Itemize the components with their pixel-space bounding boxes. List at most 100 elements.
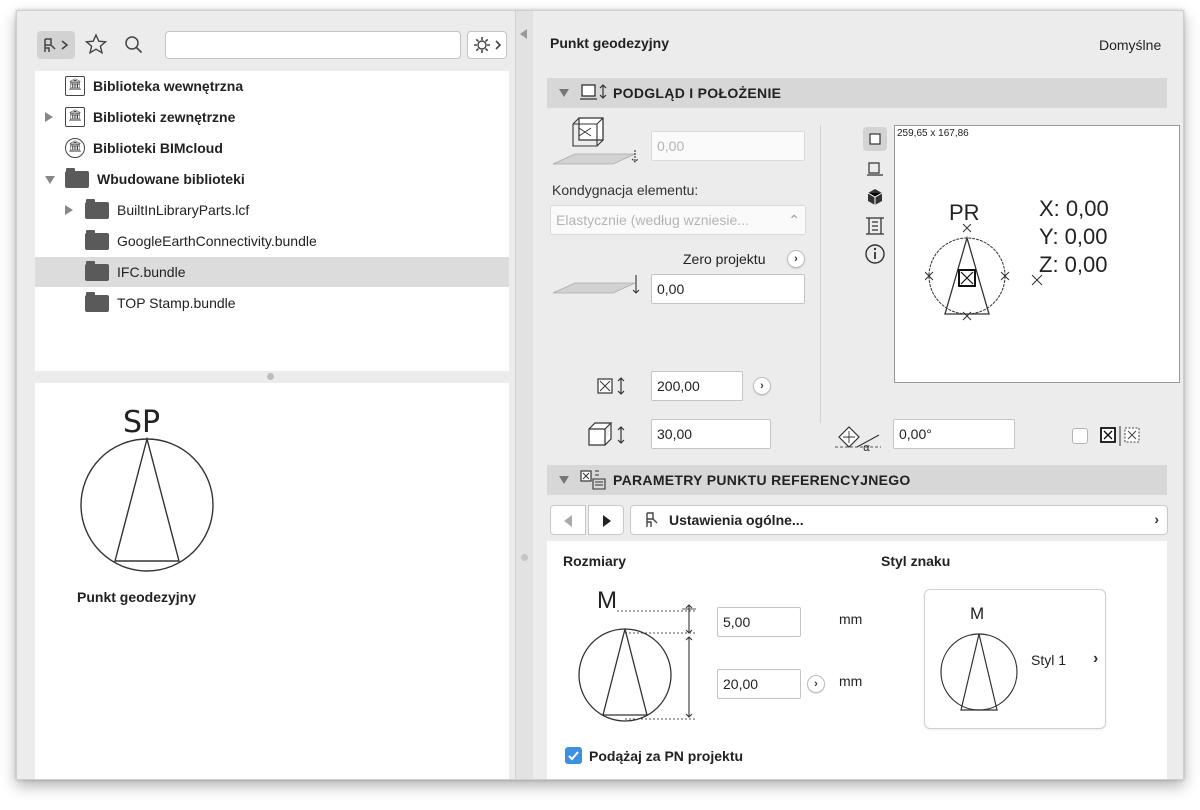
symbol-size-arrow-button[interactable]: › <box>807 675 825 693</box>
splitter-handle[interactable] <box>35 371 509 383</box>
tree-item-top-stamp[interactable]: TOP Stamp.bundle <box>35 288 495 318</box>
project-zero-field[interactable]: 0,00 <box>651 274 805 304</box>
folder-icon <box>85 291 109 312</box>
text-size-unit: mm <box>839 611 863 627</box>
view-2d-button[interactable] <box>863 127 887 151</box>
tree-item-builtin-parts[interactable]: BuiltInLibraryParts.lcf <box>35 195 495 225</box>
library-search-input[interactable] <box>165 31 461 59</box>
tree-item-label: Biblioteki zewnętrzne <box>93 109 236 125</box>
preview-marker-text: PR <box>949 200 980 225</box>
mirror-checkbox[interactable] <box>1072 428 1088 444</box>
tree-item-label: Biblioteka wewnętrzna <box>93 78 244 94</box>
mirror-icon[interactable] <box>1099 425 1145 447</box>
symbol-size-unit: mm <box>839 673 863 689</box>
follow-pn-checkbox[interactable] <box>565 747 582 764</box>
3d-view-icon[interactable] <box>865 187 885 207</box>
tree-item-bimcloud[interactable]: 🏛 Biblioteki BIMcloud <box>35 133 495 163</box>
tree-item-builtin[interactable]: Wbudowane biblioteki <box>35 164 495 194</box>
story-select[interactable]: Elastycznie (według wzniesie... ⌃ <box>550 205 806 235</box>
svg-text:α: α <box>863 441 870 453</box>
default-settings-label[interactable]: Domyślne <box>1099 37 1161 53</box>
width-icon <box>597 377 625 395</box>
style-name: Styl 1 <box>1031 652 1067 668</box>
preview-size-text: 259,65 x 167,86 <box>897 128 969 139</box>
tree-item-label: IFC.bundle <box>117 264 186 280</box>
coord-x: X: 0,00 <box>1039 196 1109 221</box>
tree-item-label: TOP Stamp.bundle <box>117 295 236 311</box>
library-preview: SP Punkt geodezyjny <box>35 383 509 779</box>
folder-icon <box>65 167 89 188</box>
tree-item-label: BuiltInLibraryParts.lcf <box>117 202 250 218</box>
width-arrow-button[interactable]: › <box>753 377 771 395</box>
tree-item-ifc[interactable]: IFC.bundle <box>35 257 509 287</box>
next-page-button[interactable] <box>588 505 624 535</box>
elevation-view-icon[interactable] <box>864 215 886 237</box>
collapse-icon[interactable] <box>559 476 569 484</box>
elevation-field[interactable]: 0,00 <box>651 131 805 161</box>
section-view-icon[interactable] <box>865 159 885 179</box>
expand-icon[interactable] <box>45 112 53 122</box>
chevron-right-icon: › <box>1154 511 1159 527</box>
search-icon[interactable] <box>121 31 147 59</box>
section-params-header[interactable]: PARAMETRY PUNKTU REFERENCYJNEGO <box>547 465 1167 495</box>
follow-pn-label: Podążaj za PN projektu <box>589 748 744 764</box>
style-marker: M <box>970 604 985 623</box>
tree-item-internal[interactable]: 🏛 Biblioteka wewnętrzna <box>35 71 495 101</box>
library-mode-button[interactable] <box>37 31 75 59</box>
library-settings-button[interactable] <box>467 31 507 59</box>
library-icon: 🏛 <box>65 76 85 96</box>
object-library-icon <box>44 38 69 52</box>
sizes-label: Rozmiary <box>563 553 627 569</box>
expand-icon[interactable] <box>65 205 73 215</box>
size-diagram <box>578 604 697 722</box>
preview-marker: SP <box>123 405 161 440</box>
tree-item-label: Biblioteki BIMcloud <box>93 140 223 156</box>
parameters-icon <box>580 470 606 490</box>
library-toolbar <box>17 11 515 69</box>
parameter-page-label: Ustawienia ogólne... <box>669 512 804 528</box>
chevron-right-icon: › <box>1093 650 1099 667</box>
tree-item-label: GoogleEarthConnectivity.bundle <box>117 233 317 249</box>
folder-icon <box>85 260 109 281</box>
prev-page-button[interactable] <box>550 505 586 535</box>
width-field[interactable]: 200,00 <box>651 371 743 401</box>
square-view-icon <box>869 133 881 145</box>
tree-item-external[interactable]: 🏛 Biblioteki zewnętrzne <box>35 102 495 132</box>
project-zero-arrow-button[interactable]: › <box>787 250 805 268</box>
object-name: Punkt geodezyjny <box>550 35 670 51</box>
updown-chevron-icon: ⌃ <box>788 212 800 228</box>
section-preview-header[interactable]: PODGLĄD I POŁOŻENIE <box>547 78 1167 108</box>
panel-divider[interactable] <box>515 11 533 779</box>
coord-y: Y: 0,00 <box>1039 224 1108 249</box>
collapse-icon[interactable] <box>45 176 55 184</box>
section-title: PARAMETRY PUNKTU REFERENCYJNEGO <box>613 472 911 488</box>
folder-icon <box>85 198 109 219</box>
style-symbol <box>940 633 1018 711</box>
library-panel: 🏛 Biblioteka wewnętrzna 🏛 Biblioteki zew… <box>17 11 515 779</box>
window: 🏛 Biblioteka wewnętrzna 🏛 Biblioteki zew… <box>16 10 1184 780</box>
preview-symbol <box>925 224 1010 321</box>
gear-icon <box>474 37 502 53</box>
angle-field[interactable]: 0,00° <box>893 419 1015 449</box>
section-title: PODGLĄD I POŁOŻENIE <box>613 85 782 101</box>
coord-z: Z: 0,00 <box>1039 252 1108 277</box>
checkmark-icon <box>568 751 579 761</box>
survey-point-symbol <box>80 437 214 572</box>
collapse-icon[interactable] <box>559 89 569 97</box>
project-zero-label: Zero projektu <box>683 251 766 267</box>
parameter-page-selector[interactable]: Ustawienia ogólne... › <box>630 505 1168 535</box>
preview-position-icon <box>580 84 607 100</box>
info-icon[interactable] <box>864 243 886 265</box>
style-label: Styl znaku <box>881 553 951 569</box>
height-field[interactable]: 30,00 <box>651 419 771 449</box>
rotation-angle-icon: α <box>835 426 881 453</box>
height-icon <box>588 422 625 446</box>
library-tree: 🏛 Biblioteka wewnętrzna 🏛 Biblioteki zew… <box>35 71 509 371</box>
symbol-size-field[interactable]: 20,00 <box>717 669 801 699</box>
style-picker[interactable]: M Styl 1 › <box>924 589 1106 729</box>
preview-window: 259,65 x 167,86 PR X: 0,00 Y: 0,00 Z: 0,… <box>894 125 1180 383</box>
tree-item-label: Wbudowane biblioteki <box>97 171 245 187</box>
tree-item-google-earth[interactable]: GoogleEarthConnectivity.bundle <box>35 226 495 256</box>
favorites-star-icon[interactable] <box>83 31 109 59</box>
text-size-field[interactable]: 5,00 <box>717 607 801 637</box>
